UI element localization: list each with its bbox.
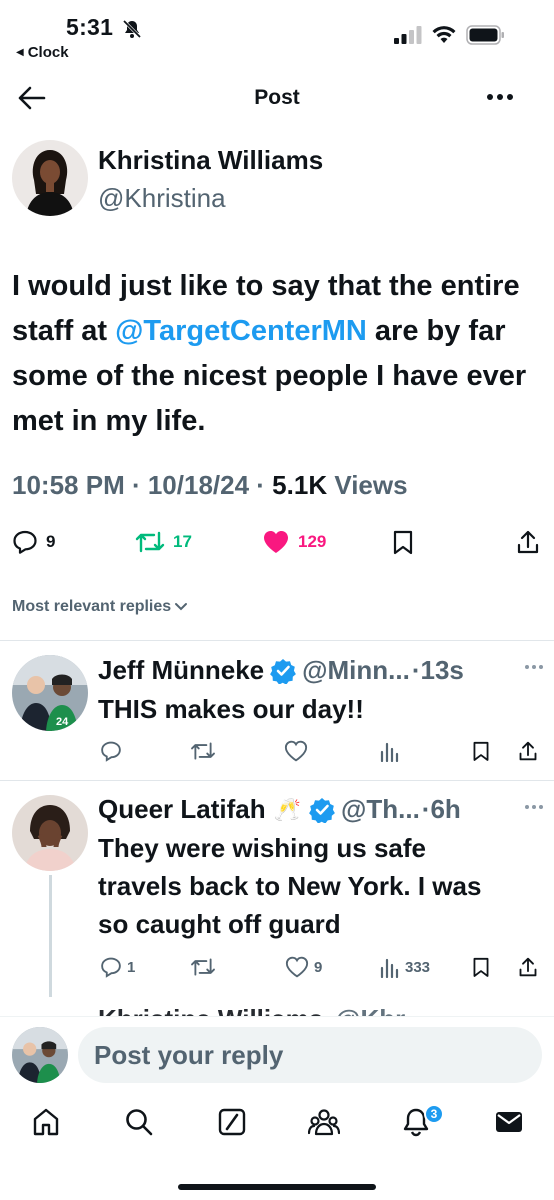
back-app-label: Clock [27, 44, 69, 61]
share-icon [517, 530, 539, 554]
reply-retweet-button[interactable] [190, 738, 216, 764]
retweet-count: 17 [173, 532, 192, 551]
reply-like-button[interactable]: 9 [285, 954, 322, 980]
retweet-icon [191, 742, 215, 760]
status-time: 5:31 [66, 14, 114, 40]
verified-badge-icon [270, 658, 297, 684]
grok-tab-icon[interactable] [218, 1107, 246, 1137]
tweet-meta: 10:58 PM · 10/18/24 · 5.1K Views [12, 470, 408, 500]
more-options-icon[interactable] [486, 92, 514, 102]
reply-text-line: so caught off guard [98, 909, 341, 939]
analytics-icon [380, 742, 399, 762]
bookmark-icon [473, 957, 489, 977]
heart-icon [285, 956, 309, 978]
communities-tab-icon[interactable] [308, 1107, 340, 1137]
like-count: 9 [314, 958, 323, 976]
reply-input[interactable]: Post your reply [78, 1027, 542, 1083]
reply-dot: · [411, 655, 421, 685]
search-tab-icon[interactable] [124, 1107, 154, 1137]
reply-reply-button[interactable]: 1 [100, 954, 135, 980]
reply-text-line: travels back to New York. I was [98, 871, 482, 901]
home-tab-icon[interactable] [32, 1107, 60, 1137]
page-title: Post [254, 86, 300, 109]
reply-icon [101, 957, 121, 978]
reply-share-button[interactable] [518, 954, 538, 980]
reply-views-button[interactable]: 333 [380, 954, 430, 980]
back-to-app-link[interactable]: ◀ Clock [16, 44, 69, 61]
divider [0, 780, 554, 781]
messages-tab-icon[interactable] [494, 1107, 524, 1137]
reply-placeholder: Post your reply [94, 1039, 284, 1070]
reply-icon [13, 530, 37, 554]
share-button[interactable] [516, 527, 540, 557]
my-avatar[interactable] [12, 1027, 68, 1083]
home-indicator [178, 1184, 376, 1190]
reply-age: 13s [420, 655, 464, 685]
bookmark-button[interactable] [392, 527, 414, 557]
reply-text: THIS makes our day!! [98, 694, 364, 724]
bookmark-icon [393, 530, 413, 555]
views-label: Views [334, 470, 408, 500]
share-icon [519, 741, 537, 761]
chevron-down-icon [175, 603, 188, 611]
reply-author-name[interactable]: Jeff Münneke [98, 655, 264, 686]
views-count: 333 [405, 958, 431, 976]
reply-share-button[interactable] [518, 738, 538, 764]
reply-avatar[interactable]: 24 [12, 655, 88, 731]
author-avatar[interactable] [12, 140, 88, 216]
reply-bookmark-button[interactable] [472, 738, 490, 764]
tweet-date: 10/18/24 [147, 470, 250, 500]
reply-count: 1 [127, 958, 136, 976]
reply-header: Jeff Münneke @Minn... · 13s [98, 655, 464, 686]
reply-author-handle[interactable]: @Minn... [302, 655, 410, 686]
heart-icon [284, 740, 308, 762]
reply-header: Queer Latifah 🥂 @Th... · 6h [98, 794, 461, 825]
reply-text-line: They were wishing us safe [98, 833, 426, 863]
analytics-icon [380, 958, 399, 978]
champagne-emoji: 🥂 [273, 796, 301, 822]
tweet-time: 10:58 PM [12, 470, 125, 500]
author-name[interactable]: Khristina Williams [98, 145, 323, 176]
reply-text: They were wishing us safe travels back t… [98, 829, 538, 943]
verified-badge-icon [309, 797, 335, 823]
views-count: 5.1K [272, 470, 328, 500]
divider [0, 640, 554, 641]
reply-avatar[interactable] [12, 795, 88, 871]
reply-like-button[interactable] [284, 738, 308, 764]
bookmark-icon [473, 741, 489, 761]
reply-author-name[interactable]: Queer Latifah [98, 794, 266, 825]
reply-author-handle[interactable]: @Th... [341, 794, 420, 825]
silent-mode-icon [122, 19, 142, 39]
wifi-icon [431, 24, 457, 44]
back-triangle-icon: ◀ [16, 47, 24, 58]
tweet-text: I would just like to say that the entire… [12, 264, 542, 444]
battery-icon [466, 25, 506, 45]
like-count: 129 [298, 532, 327, 551]
reply-count: 9 [46, 532, 56, 551]
reply-more-icon[interactable] [524, 664, 544, 670]
like-button[interactable]: 129 [262, 527, 326, 557]
reply-bookmark-button[interactable] [472, 954, 490, 980]
cellular-signal-icon [394, 26, 422, 44]
reply-sort-label: Most relevant replies [12, 598, 172, 615]
reply-dot: · [421, 794, 431, 824]
heart-filled-icon [264, 531, 288, 553]
reply-views-button[interactable] [380, 738, 400, 764]
reply-retweet-button[interactable] [190, 954, 216, 980]
svg-text:24: 24 [56, 716, 69, 728]
reply-sort-dropdown[interactable]: Most relevant replies [12, 598, 188, 616]
retweet-icon [135, 531, 165, 553]
reply-button[interactable]: 9 [12, 527, 55, 557]
reply-age: 6h [430, 794, 461, 824]
retweet-button[interactable]: 17 [135, 527, 192, 557]
mention-link[interactable]: @TargetCenterMN [115, 315, 367, 347]
reply-more-icon[interactable] [524, 804, 544, 810]
thread-line [49, 875, 52, 997]
author-handle[interactable]: @Khristina [98, 183, 226, 214]
reply-icon [101, 741, 121, 762]
share-icon [519, 957, 537, 977]
retweet-icon [191, 958, 215, 976]
reply-reply-button[interactable] [100, 738, 122, 764]
notifications-badge: 3 [424, 1104, 444, 1124]
